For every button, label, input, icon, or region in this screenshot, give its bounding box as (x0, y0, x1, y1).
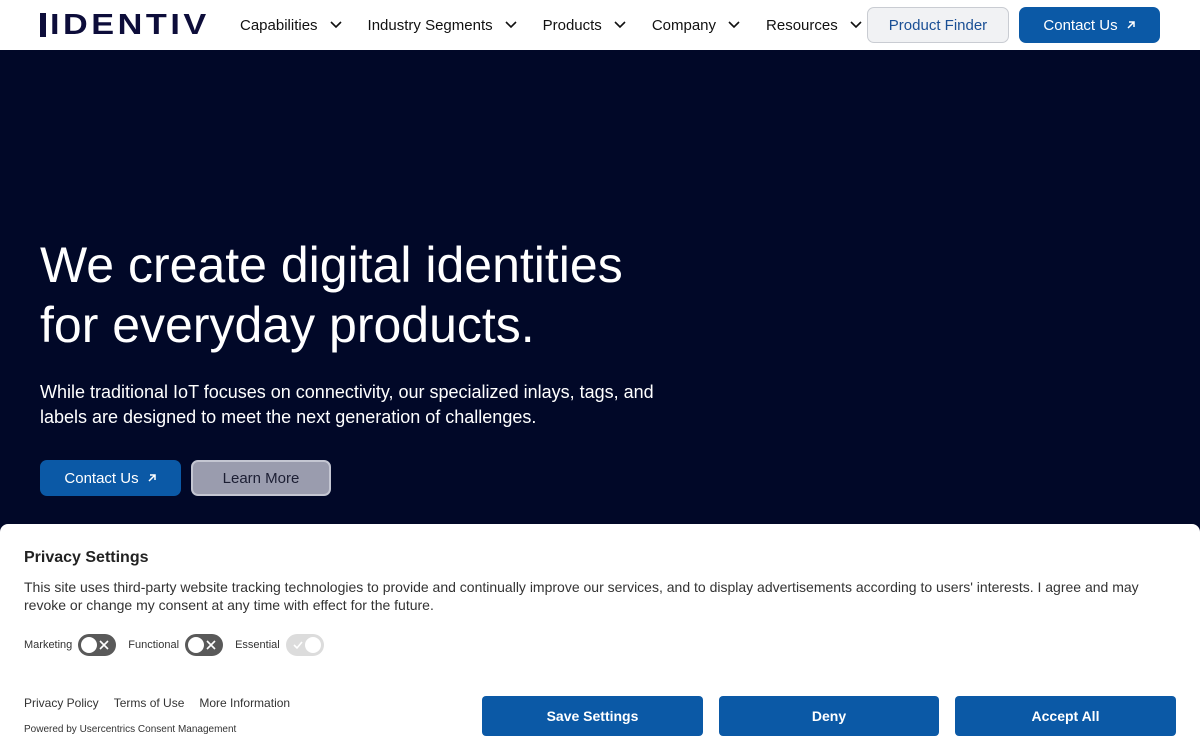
hero-title: We create digital identities for everyda… (40, 235, 700, 355)
deny-label: Deny (811, 708, 847, 724)
x-icon (206, 640, 216, 650)
arrow-up-right-icon (1126, 20, 1136, 30)
contact-label: Contact Us (1043, 16, 1118, 34)
arrow-up-right-icon (147, 473, 157, 483)
learn-more-label: Learn More (222, 469, 300, 487)
product-finder-label: Product Finder (888, 16, 988, 34)
accept-all-label: Accept All (1031, 708, 1100, 724)
logo-bar (40, 13, 46, 37)
marketing-toggle[interactable] (78, 634, 117, 656)
toggle-knob (304, 637, 321, 653)
identiv-logo[interactable]: IDENTIV (40, 11, 206, 40)
consent-text: This site uses third-party website track… (24, 579, 1139, 613)
toggle-knob (188, 637, 205, 653)
consent-toggles: Marketing Functional Essential (24, 634, 336, 656)
nav-capabilities[interactable]: Capabilities (240, 17, 342, 34)
terms-of-use-link[interactable]: Terms of Use (114, 696, 185, 710)
nav-products[interactable]: Products (543, 17, 626, 34)
toggle-knob (81, 637, 98, 653)
deny-button[interactable]: Deny (719, 696, 939, 736)
toggle-label: Functional (128, 639, 180, 651)
powered-by-text: Powered by Usercentrics Consent Manageme… (24, 724, 237, 735)
toggle-label: Essential (235, 639, 280, 651)
chevron-down-icon (505, 21, 517, 29)
nav-label: Company (651, 16, 717, 34)
chevron-down-icon (728, 21, 740, 29)
site-header: IDENTIV Capabilities Industry Segments P… (0, 0, 1200, 50)
learn-more-button[interactable]: Learn More (191, 460, 331, 496)
x-icon (99, 640, 109, 650)
hero-subtitle: While traditional IoT focuses on connect… (40, 382, 654, 427)
functional-toggle[interactable] (185, 634, 224, 656)
logo-mark: IDENTIV (40, 11, 206, 40)
hero-title-line2: for everyday products. (40, 297, 535, 353)
nav-industry-segments[interactable]: Industry Segments (368, 17, 517, 34)
nav-label: Products (542, 16, 602, 34)
more-information-link[interactable]: More Information (199, 696, 290, 710)
save-settings-label: Save Settings (546, 708, 639, 724)
consent-title: Privacy Settings (24, 549, 149, 566)
header-contact-button[interactable]: Contact Us (1019, 7, 1160, 43)
toggle-group-functional: Functional (128, 634, 224, 656)
check-icon (293, 641, 303, 650)
toggle-group-essential: Essential (235, 634, 324, 656)
essential-toggle (285, 634, 324, 656)
nav-label: Resources (766, 16, 838, 34)
chevron-down-icon (850, 21, 862, 29)
nav-label: Industry Segments (367, 16, 493, 34)
toggle-label: Marketing (24, 639, 73, 651)
chevron-down-icon (329, 21, 342, 29)
hero-title-line1: We create digital identities (40, 237, 623, 293)
product-finder-button[interactable]: Product Finder (867, 7, 1009, 43)
consent-links: Privacy Policy Terms of Use More Informa… (24, 696, 305, 710)
chevron-down-icon (614, 21, 626, 29)
logo-text: IDENTIV (50, 9, 210, 41)
nav-resources[interactable]: Resources (766, 17, 862, 34)
main-nav: Capabilities Industry Segments Products … (240, 0, 888, 50)
nav-company[interactable]: Company (652, 17, 740, 34)
save-settings-button[interactable]: Save Settings (482, 696, 703, 736)
nav-label: Capabilities (240, 16, 318, 34)
contact-label: Contact Us (64, 469, 139, 487)
privacy-consent-banner: Privacy Settings This site uses third-pa… (0, 524, 1200, 750)
accept-all-button[interactable]: Accept All (955, 696, 1176, 736)
toggle-group-marketing: Marketing (24, 634, 117, 656)
hero-contact-button[interactable]: Contact Us (40, 460, 181, 496)
privacy-policy-link[interactable]: Privacy Policy (24, 696, 99, 710)
